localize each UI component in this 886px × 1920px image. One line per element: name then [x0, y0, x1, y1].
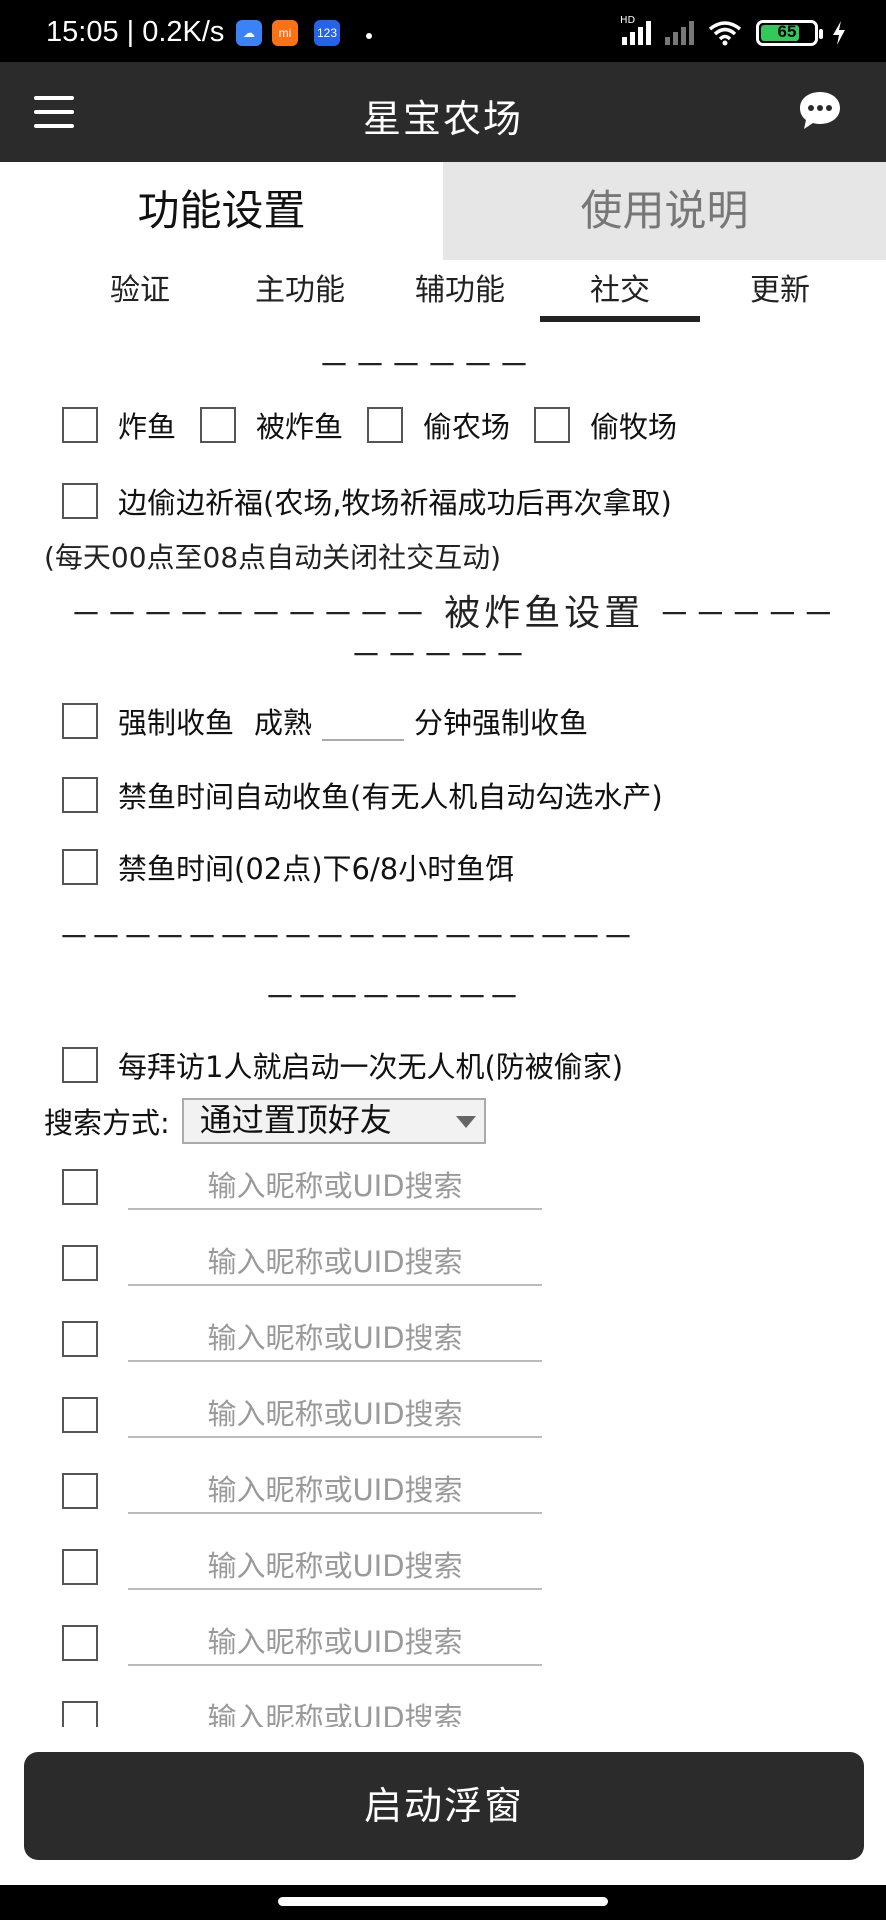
subtab-social[interactable]: 社交: [540, 262, 700, 322]
ban-auto-collect-checkbox[interactable]: [62, 777, 98, 813]
steal-farm-checkbox[interactable]: [367, 407, 404, 443]
tab-instructions[interactable]: 使用说明: [443, 162, 886, 260]
social-settings-panel[interactable]: －－－－－－ 炸鱼 被炸鱼 偷农场 偷牧场 边偷边祈福(农场,牧场祈福成功后再次…: [0, 322, 886, 1727]
ban-bait-checkbox[interactable]: [62, 849, 98, 885]
friend-row: [62, 1164, 542, 1210]
status-bar: 15:05 | 0.2K/s ☁ mi 123 HD 65: [0, 0, 886, 62]
charging-icon: [833, 21, 845, 45]
ban-bait-label: 禁鱼时间(02点)下6/8小时鱼饵: [118, 852, 515, 886]
friend-search-input[interactable]: [128, 1316, 542, 1362]
bombed-section-title: 被炸鱼设置: [444, 593, 645, 634]
subtab-verify[interactable]: 验证: [60, 262, 220, 322]
minutes-label: 分钟强制收鱼: [414, 706, 589, 740]
divider-right: －－－－－: [658, 595, 839, 633]
divider-left: －－－－－－－－－－: [70, 595, 431, 633]
start-float-window-button[interactable]: 启动浮窗: [24, 1752, 864, 1860]
friend-search-input[interactable]: [128, 1468, 542, 1514]
friend-search-input[interactable]: [128, 1392, 542, 1438]
bombed-fish-label: 被炸鱼: [256, 410, 344, 444]
friend-checkbox[interactable]: [62, 1549, 98, 1585]
friend-row: [62, 1240, 542, 1286]
force-collect-checkbox[interactable]: [62, 703, 98, 739]
friend-checkbox[interactable]: [62, 1321, 98, 1357]
friend-checkbox[interactable]: [62, 1473, 98, 1509]
friend-checkbox[interactable]: [62, 1625, 98, 1661]
options-row: 炸鱼 被炸鱼 偷农场 偷牧场: [62, 404, 701, 446]
friend-row: [62, 1316, 542, 1362]
app-title: 星宝农场: [362, 97, 523, 141]
home-handle[interactable]: [278, 1897, 608, 1906]
friend-search-input[interactable]: [128, 1544, 542, 1590]
steal-ranch-label: 偷牧场: [590, 410, 678, 444]
friend-checkbox[interactable]: [62, 1169, 98, 1205]
123-app-icon: 123: [314, 20, 340, 46]
search-mode-row: 搜索方式: 通过置顶好友: [44, 1098, 486, 1144]
friend-row: [62, 1468, 542, 1514]
steal-pray-row: 边偷边祈福(农场,牧场祈福成功后再次拿取): [62, 480, 696, 522]
search-mode-value: 通过置顶好友: [199, 1101, 392, 1139]
friend-search-input[interactable]: [128, 1620, 542, 1666]
app-bar: 星宝农场: [0, 62, 886, 162]
friend-checkbox[interactable]: [62, 1397, 98, 1433]
tab-function-settings[interactable]: 功能设置: [0, 162, 443, 260]
social-note: (每天00点至08点自动关闭社交互动): [44, 541, 502, 574]
system-nav-bar: [0, 1885, 886, 1920]
search-mode-select[interactable]: 通过置顶好友: [181, 1098, 486, 1144]
ripe-label: 成熟: [254, 706, 313, 740]
friend-row: [62, 1544, 542, 1590]
status-time: 15:05 | 0.2K/s: [46, 16, 225, 48]
dropdown-arrow-icon: [455, 1116, 476, 1128]
steal-ranch-checkbox[interactable]: [534, 407, 571, 443]
friend-search-input[interactable]: [128, 1164, 542, 1210]
battery-level: 65: [777, 22, 797, 41]
friend-row: [62, 1696, 542, 1727]
chat-icon[interactable]: [798, 90, 842, 132]
ban-auto-collect-row: 禁鱼时间自动收鱼(有无人机自动勾选水产): [62, 774, 687, 816]
steal-pray-checkbox[interactable]: [62, 483, 98, 519]
drone-visit-label: 每拜访1人就启动一次无人机(防被偷家): [118, 1050, 624, 1084]
friend-checkbox[interactable]: [62, 1701, 98, 1727]
bombed-section-header: －－－－－－－－－－ 被炸鱼设置 －－－－－: [70, 584, 838, 636]
ban-auto-collect-label: 禁鱼时间自动收鱼(有无人机自动勾选水产): [118, 780, 663, 814]
friend-checkbox[interactable]: [62, 1245, 98, 1281]
ripe-minutes-input[interactable]: [322, 701, 405, 741]
drone-visit-row: 每拜访1人就启动一次无人机(防被偷家): [62, 1044, 647, 1086]
friend-search-input[interactable]: [128, 1696, 542, 1727]
steal-farm-label: 偷农场: [423, 410, 511, 444]
drone-visit-checkbox[interactable]: [62, 1047, 98, 1083]
signal-2-icon: [665, 21, 694, 45]
bombed-fish-checkbox[interactable]: [200, 407, 237, 443]
signal-icon: HD: [620, 15, 651, 45]
subtab-update[interactable]: 更新: [700, 262, 860, 322]
subtab-aux-function[interactable]: 辅功能: [380, 262, 540, 322]
steal-pray-label: 边偷边祈福(农场,牧场祈福成功后再次拿取): [118, 486, 672, 520]
bomb-fish-label: 炸鱼: [118, 410, 177, 444]
force-collect-row: 强制收鱼 成熟 分钟强制收鱼: [62, 700, 588, 742]
notification-dot-icon: [366, 33, 372, 39]
friend-row: [62, 1392, 542, 1438]
search-mode-label: 搜索方式:: [44, 1106, 170, 1140]
sub-tabs: 验证 主功能 辅功能 社交 更新: [60, 262, 860, 322]
bomb-fish-checkbox[interactable]: [62, 407, 98, 443]
mi-app-icon: mi: [272, 20, 298, 46]
ban-bait-row: 禁鱼时间(02点)下6/8小时鱼饵: [62, 846, 538, 888]
friend-search-input[interactable]: [128, 1240, 542, 1286]
wifi-icon: [708, 21, 742, 46]
friend-row: [62, 1620, 542, 1666]
cloud-app-icon: ☁: [236, 20, 262, 46]
long-divider: －－－－－－－－－－－－－－－－－－: [58, 918, 635, 956]
divider-wrap: －－－－－: [350, 636, 531, 674]
long-divider-wrap: －－－－－－－－: [264, 978, 521, 1016]
force-collect-label: 强制收鱼: [118, 706, 235, 740]
battery-icon: 65: [756, 20, 823, 46]
hd-label: HD: [620, 15, 636, 26]
subtab-main-function[interactable]: 主功能: [220, 262, 380, 322]
main-tabs: 功能设置 使用说明: [0, 162, 886, 260]
divider-top: －－－－－－: [318, 346, 535, 384]
